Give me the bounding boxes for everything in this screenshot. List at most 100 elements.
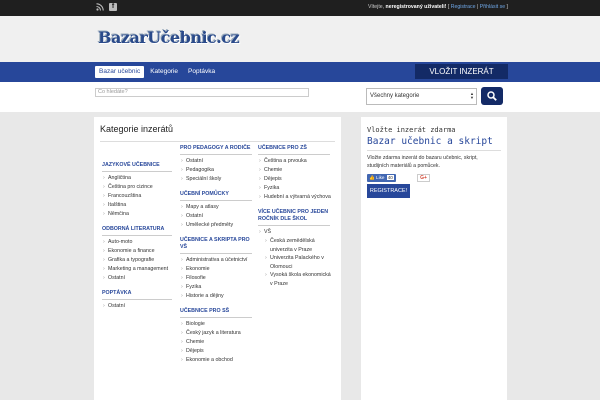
category-link[interactable]: Marketing a management	[102, 265, 178, 274]
subcategory-link[interactable]: Univerzita Palackého v Olomouci	[258, 254, 334, 271]
category-link[interactable]: Mapy a atlasy	[180, 203, 256, 212]
category-link[interactable]: VŠ	[258, 228, 334, 237]
category-link[interactable]: Čeština pro cizince	[102, 183, 178, 192]
category-list: Auto-motoEkonomie a financeGrafika a typ…	[102, 238, 178, 283]
logo-text: BazarUčebnic.cz	[98, 28, 240, 47]
category-group: UČEBNICE PRO SŠ BiologieČeský jazyk a lit…	[180, 308, 256, 365]
category-link[interactable]: Fyzika	[258, 184, 334, 193]
like-label: Like	[376, 175, 385, 180]
site-logo[interactable]: BazarUčebnic.cz	[98, 28, 240, 47]
widget-description: Vložte zdarma inzerát do bazaru učebnic,…	[367, 155, 478, 169]
category-link[interactable]: Němčina	[102, 210, 178, 219]
category-list: BiologieČeský jazyk a literaturaChemieDě…	[180, 320, 256, 365]
category-group-title[interactable]: JAZYKOVÉ UČEBNICE	[102, 162, 172, 172]
category-group-title[interactable]: POPTÁVKA	[102, 290, 172, 300]
register-button[interactable]: REGISTRACE!	[367, 184, 410, 198]
category-link[interactable]: Ekonomie a finance	[102, 247, 178, 256]
category-group-title[interactable]: UČEBNICE A SKRIPTA PRO VŠ	[180, 237, 252, 254]
rss-icon[interactable]	[96, 3, 104, 11]
category-list: Čeština a prvoukaChemieDějepisFyzikaHude…	[258, 157, 334, 202]
category-link[interactable]: Čeština a prvouka	[258, 157, 334, 166]
category-select[interactable]: Všechny kategorie ▲ ▼	[366, 88, 477, 105]
category-link[interactable]: Auto-moto	[102, 238, 178, 247]
category-select-value: Všechny kategorie	[370, 93, 420, 99]
category-group-title[interactable]: ODBORNÁ LITERATURA	[102, 226, 172, 236]
category-link[interactable]: Ekonomie	[180, 265, 256, 274]
category-link[interactable]: Pedagogika	[180, 166, 256, 175]
bracket-close: ]	[505, 4, 508, 10]
category-link[interactable]: Historie a dějiny	[180, 292, 256, 301]
category-link[interactable]: Ostatní	[180, 157, 256, 166]
subcategory-link[interactable]: Vysoká škola ekonomická v Praze	[258, 271, 334, 288]
page-title: Kategorie inzerátů	[100, 124, 174, 134]
divider	[367, 150, 501, 151]
widget-subtitle: Vložte inzerát zdarma	[367, 126, 456, 134]
google-plus-button[interactable]: G+	[417, 174, 430, 182]
nav-items: Bazar učebnic Kategorie Poptávka	[95, 66, 219, 78]
search-bar: Co hledáte? Všechny kategorie ▲ ▼	[0, 82, 600, 112]
category-group: ODBORNÁ LITERATURA Auto-motoEkonomie a fi…	[102, 226, 178, 283]
categories-panel: Kategorie inzerátů JAZYKOVÉ UČEBNICE Angl…	[94, 117, 341, 400]
user-status: Vítejte, neregistrovaný uživateli! [ Reg…	[368, 4, 508, 10]
nav-item-1[interactable]: Kategorie	[146, 66, 182, 78]
category-link[interactable]: Ostatní	[102, 274, 178, 283]
category-group: UČEBNÍ POMŮCKY Mapy a atlasyOstatníUmělec…	[180, 191, 256, 230]
category-link[interactable]: Dějepis	[258, 175, 334, 184]
top-bar: f Vítejte, neregistrovaný uživateli! [ R…	[0, 0, 600, 16]
category-link[interactable]: Ekonomie a obchod	[180, 356, 256, 365]
category-column-3: UČEBNICE PRO ZŠ Čeština a prvoukaChemieDě…	[258, 145, 334, 295]
facebook-icon[interactable]: f	[109, 3, 117, 11]
search-button[interactable]	[481, 87, 503, 105]
category-list: Administrativa a účetnictvíEkonomieFilos…	[180, 256, 256, 301]
category-link[interactable]: Fyzika	[180, 283, 256, 292]
category-group: PRO PEDAGOGY A RODIČE OstatníPedagogikaSp…	[180, 145, 256, 184]
category-link[interactable]: Chemie	[180, 338, 256, 347]
category-list: OstatníPedagogikaSpeciální školy	[180, 157, 256, 184]
subcategory-link[interactable]: Česká zemědělská univerzita v Praze	[258, 237, 334, 254]
search-icon	[487, 91, 497, 101]
category-list: Mapy a atlasyOstatníUmělecké předměty	[180, 203, 256, 230]
sidebar-widget: Vložte inzerát zdarma Bazar učebnic a sk…	[361, 117, 507, 400]
category-column-2: PRO PEDAGOGY A RODIČEOstatníPedagogikaSp…	[180, 145, 256, 372]
category-group-title[interactable]: UČEBNICE PRO SŠ	[180, 308, 252, 318]
category-link[interactable]: Speciální školy	[180, 175, 256, 184]
category-link[interactable]: Administrativa a účetnictví	[180, 256, 256, 265]
category-group-title[interactable]: UČEBNÍ POMŮCKY	[180, 191, 252, 201]
user-name: neregistrovaný uživateli!	[385, 4, 447, 10]
category-group-title[interactable]: VÍCE UČEBNIC PRO JEDEN ROČNÍK DLE ŠKOL	[258, 209, 330, 226]
category-group: UČEBNICE A SKRIPTA PRO VŠ Administrativa …	[180, 237, 256, 301]
post-ad-button[interactable]: VLOŽIT INZERÁT	[415, 64, 508, 79]
category-list: Ostatní	[102, 302, 178, 311]
divider	[100, 141, 335, 142]
category-group: POPTÁVKA Ostatní	[102, 290, 178, 311]
category-link[interactable]: Hudební a výtvarná výchova	[258, 193, 334, 202]
category-link[interactable]: Umělecké předměty	[180, 221, 256, 230]
category-link[interactable]: Chemie	[258, 166, 334, 175]
category-column-1: JAZYKOVÉ UČEBNICE AngličtinaČeština pro c…	[102, 162, 178, 318]
category-link[interactable]: Dějepis	[180, 347, 256, 356]
category-link[interactable]: Ostatní	[102, 302, 178, 311]
category-list: AngličtinaČeština pro cizinceFrancouzšti…	[102, 174, 178, 219]
category-group-title[interactable]: PRO PEDAGOGY A RODIČE	[180, 145, 252, 155]
category-link[interactable]: Francouzština	[102, 192, 178, 201]
category-link[interactable]: Italština	[102, 201, 178, 210]
category-link[interactable]: Biologie	[180, 320, 256, 329]
category-link[interactable]: Grafika a typografie	[102, 256, 178, 265]
category-link[interactable]: Angličtina	[102, 174, 178, 183]
widget-title: Bazar učebnic a skript	[367, 136, 493, 147]
category-list: VŠ	[258, 228, 334, 237]
category-link[interactable]: Ostatní	[180, 212, 256, 221]
nav-item-2[interactable]: Poptávka	[184, 66, 219, 78]
register-link[interactable]: Registrace	[451, 4, 476, 10]
search-input[interactable]: Co hledáte?	[95, 88, 309, 97]
login-link[interactable]: Přihlásit se	[480, 4, 505, 10]
social-links: f	[96, 3, 117, 11]
category-link[interactable]: Filosofie	[180, 274, 256, 283]
facebook-like-button[interactable]: 👍 Like 40	[367, 174, 396, 182]
category-group: VÍCE UČEBNIC PRO JEDEN ROČNÍK DLE ŠKOL VŠ…	[258, 209, 334, 288]
nav-item-0[interactable]: Bazar učebnic	[95, 66, 145, 78]
select-arrows-icon: ▲ ▼	[470, 91, 474, 100]
welcome-text: Vítejte,	[367, 4, 386, 10]
category-group-title[interactable]: UČEBNICE PRO ZŠ	[258, 145, 330, 155]
category-link[interactable]: Český jazyk a literatura	[180, 329, 256, 338]
